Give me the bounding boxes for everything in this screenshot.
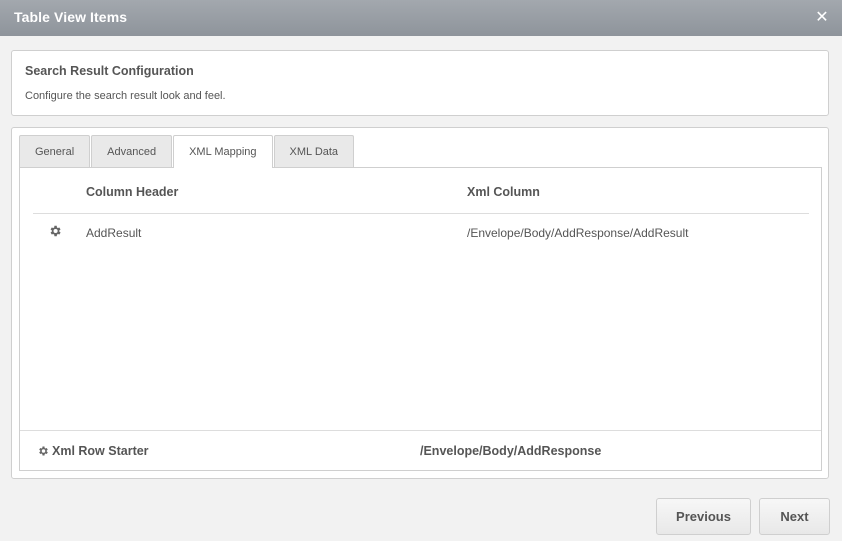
row-xml-column: /Envelope/Body/AddResponse/AddResult — [467, 226, 689, 240]
section-description: Configure the search result look and fee… — [25, 90, 226, 102]
section-heading: Search Result Configuration — [25, 64, 194, 78]
row-starter-value: /Envelope/Body/AddResponse — [420, 444, 602, 458]
gear-icon[interactable] — [48, 224, 62, 238]
dialog-title: Table View Items — [14, 9, 128, 25]
row-starter-footer: Xml Row Starter /Envelope/Body/AddRespon… — [20, 431, 821, 470]
gear-icon[interactable] — [37, 445, 49, 457]
header-divider — [33, 213, 809, 214]
tab-bar: General Advanced XML Mapping XML Data — [19, 135, 355, 168]
tab-advanced[interactable]: Advanced — [91, 135, 173, 167]
tab-content-xml-mapping: Column Header Xml Column AddResult /Enve… — [19, 167, 822, 471]
previous-button[interactable]: Previous — [656, 498, 751, 535]
row-column-header: AddResult — [86, 226, 142, 240]
column-header-label: Column Header — [86, 185, 179, 199]
tab-xml-data[interactable]: XML Data — [273, 135, 355, 167]
close-icon[interactable]: ✕ — [810, 5, 834, 29]
next-button[interactable]: Next — [759, 498, 830, 535]
config-panel: General Advanced XML Mapping XML Data Co… — [11, 127, 829, 479]
xml-column-label: Xml Column — [467, 185, 540, 199]
table-row: AddResult /Envelope/Body/AddResponse/Add… — [33, 220, 809, 246]
tab-general[interactable]: General — [19, 135, 91, 167]
dialog-titlebar: Table View Items ✕ — [0, 0, 842, 36]
row-starter-label: Xml Row Starter — [52, 444, 149, 458]
tab-xml-mapping[interactable]: XML Mapping — [173, 135, 273, 168]
info-box: Search Result Configuration Configure th… — [11, 50, 829, 116]
